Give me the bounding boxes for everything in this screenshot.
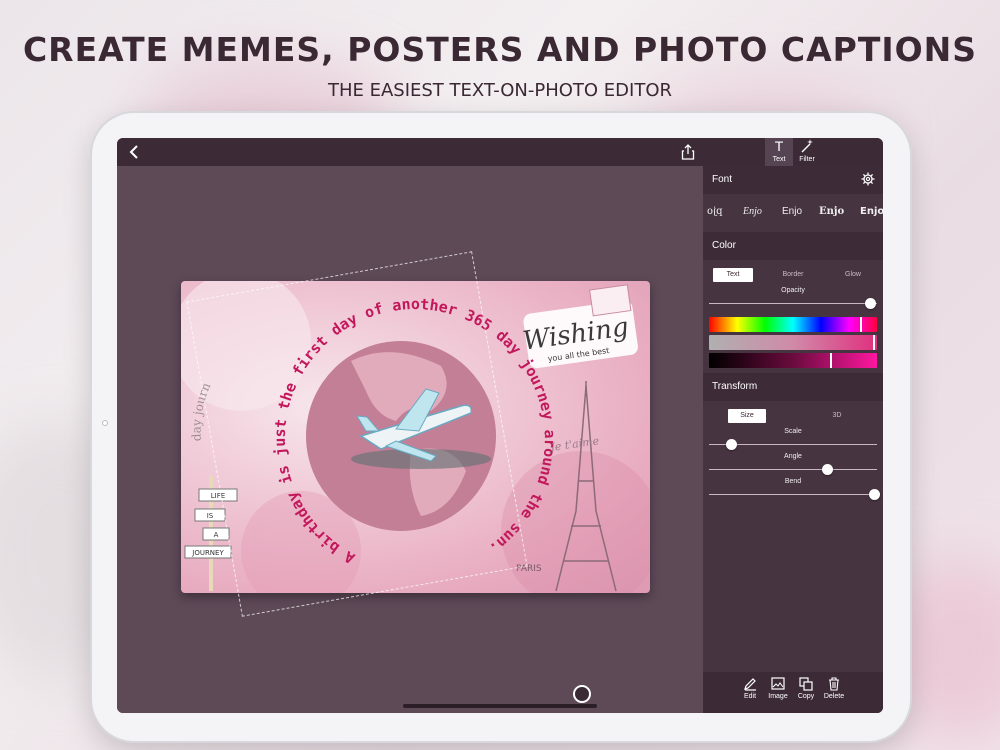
opacity-slider[interactable]: [703, 296, 883, 311]
image-button[interactable]: Image: [764, 676, 792, 701]
pencil-icon: [744, 678, 756, 691]
color-target-segment: Text Border Glow: [703, 266, 883, 286]
segment-glow[interactable]: Glow: [833, 268, 873, 282]
top-toolbar: T Text Filter: [117, 138, 883, 166]
transform-mode-segment: Size 3D: [703, 407, 883, 427]
segment-text[interactable]: Text: [713, 268, 753, 282]
sign-text: LIFE: [211, 492, 225, 500]
slider-knob[interactable]: [868, 489, 880, 500]
trash-icon: [829, 677, 839, 691]
brightness-bar[interactable]: [709, 353, 877, 368]
font-option[interactable]: Enjo: [819, 206, 844, 217]
bottom-toolbar: Edit Image Copy Delete: [703, 672, 883, 713]
scale-slider[interactable]: [703, 437, 883, 452]
color-title: Color: [712, 240, 736, 251]
wishing-sticker: Wishing you all the best: [521, 284, 638, 369]
slider-track: [709, 494, 877, 495]
color-section-header: Color: [703, 232, 883, 260]
hue-marker[interactable]: [860, 317, 863, 332]
font-picker: pjo Enjo Enjo Enjo Enjo: [703, 194, 883, 232]
font-section-header: Font: [703, 166, 883, 194]
angle-slider[interactable]: [703, 462, 883, 477]
camera-dot: [102, 420, 108, 426]
promo-headline: CREATE MEMES, POSTERS AND PHOTO CAPTIONS: [22, 30, 978, 69]
sign-text: IS: [207, 512, 214, 520]
segment-3d[interactable]: 3D: [818, 409, 856, 423]
editing-canvas[interactable]: LIFE IS A JOURNEY Wishing you all the be…: [117, 166, 703, 713]
sign-text: JOURNEY: [191, 549, 224, 557]
text-icon: T: [774, 138, 784, 154]
saturation-marker[interactable]: [873, 335, 876, 350]
share-icon: [681, 144, 695, 160]
chevron-left-icon: [129, 145, 138, 159]
opacity-label: Opacity: [781, 287, 805, 294]
magic-wand-icon: [793, 138, 821, 156]
photo-canvas[interactable]: LIFE IS A JOURNEY Wishing you all the be…: [181, 281, 650, 593]
font-option[interactable]: Enjo: [782, 206, 802, 217]
share-button[interactable]: [679, 143, 697, 161]
slider-knob[interactable]: [865, 298, 877, 309]
bend-slider[interactable]: [703, 487, 883, 502]
delete-button[interactable]: Delete: [820, 676, 848, 701]
slider-track: [709, 469, 877, 470]
font-option[interactable]: pjo: [707, 206, 723, 217]
angle-label: Angle: [784, 453, 802, 460]
segment-size[interactable]: Size: [728, 409, 766, 423]
home-indicator: [403, 704, 597, 708]
back-button[interactable]: [125, 142, 145, 162]
font-option[interactable]: Enjo: [860, 206, 883, 217]
app-screen: T Text Filter LIFE IS A JOURNEY Wishing …: [117, 138, 883, 713]
signpost-icon: LIFE IS A JOURNEY: [184, 476, 238, 591]
edit-button[interactable]: Edit: [736, 676, 764, 701]
copy-icon: [799, 677, 813, 691]
tab-label: Text: [772, 156, 786, 163]
tool-label: Edit: [743, 693, 757, 700]
segment-border[interactable]: Border: [773, 268, 813, 282]
saturation-bar[interactable]: [709, 335, 877, 350]
copy-button[interactable]: Copy: [792, 676, 820, 701]
font-option[interactable]: Enjo: [743, 206, 762, 217]
brightness-marker[interactable]: [830, 353, 833, 368]
image-icon: [771, 677, 785, 690]
hue-bar[interactable]: [709, 317, 877, 332]
tab-text[interactable]: T Text: [765, 138, 793, 166]
sign-text: A: [214, 531, 219, 539]
slider-track: [709, 303, 877, 304]
slider-knob[interactable]: [821, 464, 833, 475]
font-title: Font: [712, 174, 733, 185]
tool-label: Delete: [823, 693, 845, 700]
scale-label: Scale: [784, 428, 802, 435]
paris-text: PARIS: [516, 564, 542, 574]
tool-label: Copy: [797, 693, 815, 700]
tool-label: Image: [768, 693, 788, 700]
tab-label: Filter: [799, 156, 815, 163]
transform-section-header: Transform: [703, 373, 883, 401]
promo-subhead: THE EASIEST TEXT-ON-PHOTO EDITOR: [327, 80, 673, 101]
tab-filter[interactable]: Filter: [793, 138, 821, 166]
bend-label: Bend: [784, 478, 802, 485]
tablet-frame: T Text Filter LIFE IS A JOURNEY Wishing …: [92, 113, 910, 741]
gear-icon[interactable]: [861, 172, 875, 186]
rotate-handle[interactable]: [573, 685, 591, 703]
slider-knob[interactable]: [725, 439, 737, 450]
transform-title: Transform: [712, 381, 758, 392]
photo-artwork: LIFE IS A JOURNEY Wishing you all the be…: [181, 281, 650, 593]
side-panel: Font pjo Enjo Enjo Enjo Enjo Color Text …: [703, 166, 883, 713]
